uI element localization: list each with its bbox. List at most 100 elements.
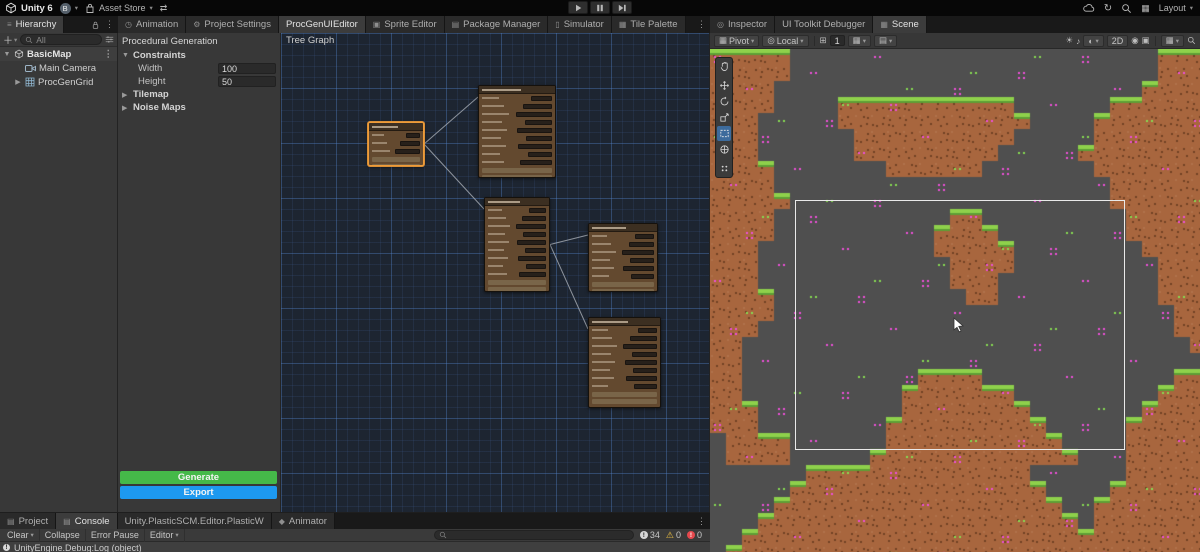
scene-search-icon[interactable]	[1187, 36, 1196, 45]
tab-label: Unity.PlasticSCM.Editor.PlasticW	[124, 515, 264, 527]
tab-console[interactable]: ▤ Console	[56, 513, 118, 529]
tab-unity-plasticscm-editor-plasticw[interactable]: Unity.PlasticSCM.Editor.PlasticW	[117, 513, 272, 529]
scene-visibility-toggle[interactable]: ◉	[1131, 35, 1138, 46]
tab-sprite-editor[interactable]: ▣ Sprite Editor	[365, 16, 445, 33]
right-dock-tabs: ◎ Inspector UI Toolkit Debugger ▦ Scene	[710, 16, 1200, 33]
graph-node-5[interactable]	[588, 317, 661, 408]
tool-custom[interactable]	[717, 161, 731, 176]
collab-icon[interactable]: ⇄	[160, 3, 168, 14]
gizmos-dropdown[interactable]: ▦ ▾	[1160, 34, 1184, 47]
foldout-arrow: ▶	[122, 91, 128, 99]
pause-button[interactable]	[590, 1, 610, 14]
snap-increment-dropdown[interactable]: ▦ ▾	[847, 34, 871, 47]
foldout-noise-maps[interactable]: ▶ Noise Maps	[118, 101, 280, 114]
generate-button[interactable]: Generate	[120, 471, 277, 484]
field-label: Height	[138, 76, 166, 87]
pivot-dropdown[interactable]: ▦ Pivot ▾	[714, 34, 760, 47]
error-count[interactable]: ! 0	[686, 530, 702, 540]
console-log-entry[interactable]: ! UnityEngine.Debug:Log (object)	[0, 542, 710, 552]
item-label: ProcGenGrid	[38, 76, 94, 88]
foldout-arrow[interactable]: ▶	[14, 78, 22, 86]
console-search-input[interactable]	[433, 530, 634, 540]
scene-effects-dropdown[interactable]: ◐ ▾	[1083, 34, 1104, 47]
grid-size-value[interactable]: 1	[829, 35, 845, 46]
width-input[interactable]: 100	[218, 63, 276, 74]
clear-button[interactable]: Clear ▾	[2, 528, 40, 542]
tab-animator[interactable]: ◆ Animator	[271, 513, 335, 529]
unity-hub-button[interactable]: Unity 6	[5, 2, 53, 14]
center-dock-tabs: ◷ Animation ⚙ Project Settings ProcGenUIEdit…	[118, 16, 710, 33]
hierarchy-panel: ＋ ▾ All ▼ BasicMap ⋮ Main Camera ▶ ProcGenGrid	[0, 33, 118, 512]
item-menu-icon[interactable]: ⋮	[104, 49, 118, 60]
scene-icon: ▦	[880, 20, 888, 29]
warning-count[interactable]: ⚠ 0	[666, 530, 681, 540]
layout-dropdown[interactable]: Layout ▾	[1159, 3, 1193, 13]
panel-menu-icon[interactable]: ⋮	[105, 19, 114, 30]
graph-node-4[interactable]	[588, 223, 658, 292]
tab-label: UI Toolkit Debugger	[782, 19, 866, 30]
bottom-dock-tabs: ▤ Project ▤ Console Unity.PlasticSCM.Editor.…	[0, 513, 710, 529]
create-object-button[interactable]: ＋ ▾	[3, 32, 17, 47]
collapse-toggle[interactable]: Collapse	[40, 528, 86, 542]
tab-project-settings[interactable]: ⚙ Project Settings	[186, 16, 279, 33]
lock-icon[interactable]	[91, 20, 100, 30]
tool-move[interactable]	[717, 78, 731, 93]
editor-dropdown[interactable]: Editor ▾	[145, 528, 185, 542]
item-label: BasicMap	[27, 48, 72, 60]
tool-scale[interactable]	[717, 110, 731, 125]
hierarchy-search-input[interactable]: All	[20, 34, 102, 45]
account-menu[interactable]: B ▾	[59, 2, 78, 14]
error-icon: !	[686, 531, 695, 539]
tab-animation[interactable]: ◷ Animation	[118, 16, 187, 33]
tree-graph-panel[interactable]: Tree Graph	[281, 33, 710, 512]
filter-icon[interactable]	[105, 35, 114, 44]
graph-node-3[interactable]	[484, 197, 550, 292]
tab-hierarchy[interactable]: ≡ Hierarchy	[0, 16, 65, 33]
tool-rect[interactable]	[717, 126, 731, 141]
tool-transform[interactable]	[717, 142, 731, 157]
asset-store-menu[interactable]: Asset Store ▾	[85, 3, 153, 14]
step-button[interactable]	[612, 1, 632, 14]
warning-icon: ⚠	[665, 529, 674, 540]
grid-settings-dropdown[interactable]: ▤ ▾	[873, 34, 898, 47]
tab-ui-toolkit-debugger[interactable]: UI Toolkit Debugger	[775, 16, 874, 33]
handle-rotation-dropdown[interactable]: ◎ Local ▾	[762, 34, 809, 47]
hierarchy-item-basicmap[interactable]: ▼ BasicMap ⋮	[0, 47, 117, 61]
tab-tile-palette[interactable]: ▦ Tile Palette	[611, 16, 686, 33]
editor-label: Editor	[149, 530, 174, 540]
graph-node-1[interactable]	[368, 122, 424, 166]
tab-scene[interactable]: ▦ Scene	[873, 16, 927, 33]
panel-menu-icon[interactable]: ⋮	[697, 516, 706, 527]
scene-audio-toggle[interactable]: ♪	[1076, 36, 1080, 46]
tab-procgenuieditor[interactable]: ProcGenUIEditor	[278, 16, 366, 33]
export-button[interactable]: Export	[120, 486, 277, 499]
scene-viewport[interactable]	[710, 49, 1200, 552]
tab-package-manager[interactable]: ▤ Package Manager	[444, 16, 549, 33]
hierarchy-item-main-camera[interactable]: Main Camera	[0, 61, 117, 75]
error-pause-toggle[interactable]: Error Pause	[86, 528, 145, 542]
tab-project[interactable]: ▤ Project	[0, 513, 57, 529]
tool-hand[interactable]	[717, 59, 731, 74]
foldout-constraints[interactable]: ▼ Constraints	[118, 49, 280, 62]
tab-inspector[interactable]: ◎ Inspector	[710, 16, 776, 33]
foldout-arrow[interactable]: ▼	[3, 51, 11, 58]
tab-simulator[interactable]: ▯ Simulator	[548, 16, 612, 33]
layers-icon[interactable]: ▦	[1141, 3, 1150, 14]
tab-label: Project	[18, 515, 49, 527]
height-input[interactable]: 50	[218, 76, 276, 87]
info-count[interactable]: ! 34	[639, 530, 660, 540]
scene-lighting-toggle[interactable]: ☀	[1065, 35, 1073, 46]
tab-label: Console	[74, 515, 110, 527]
grid-snap-icon[interactable]: ⊞	[820, 35, 827, 46]
search-icon[interactable]	[1121, 3, 1132, 14]
scene-camera-settings[interactable]: ▣	[1142, 35, 1150, 46]
tool-rotate[interactable]	[717, 94, 731, 109]
cloud-icon[interactable]	[1083, 3, 1095, 13]
history-icon[interactable]: ↻	[1104, 3, 1112, 14]
hierarchy-item-procgengrid[interactable]: ▶ ProcGenGrid	[0, 75, 117, 89]
panel-menu-icon[interactable]: ⋮	[697, 19, 706, 30]
graph-node-2[interactable]	[478, 85, 556, 178]
scene-2d-toggle[interactable]: 2D	[1106, 34, 1129, 47]
play-button[interactable]	[568, 1, 588, 14]
foldout-tilemap[interactable]: ▶ Tilemap	[118, 88, 280, 101]
